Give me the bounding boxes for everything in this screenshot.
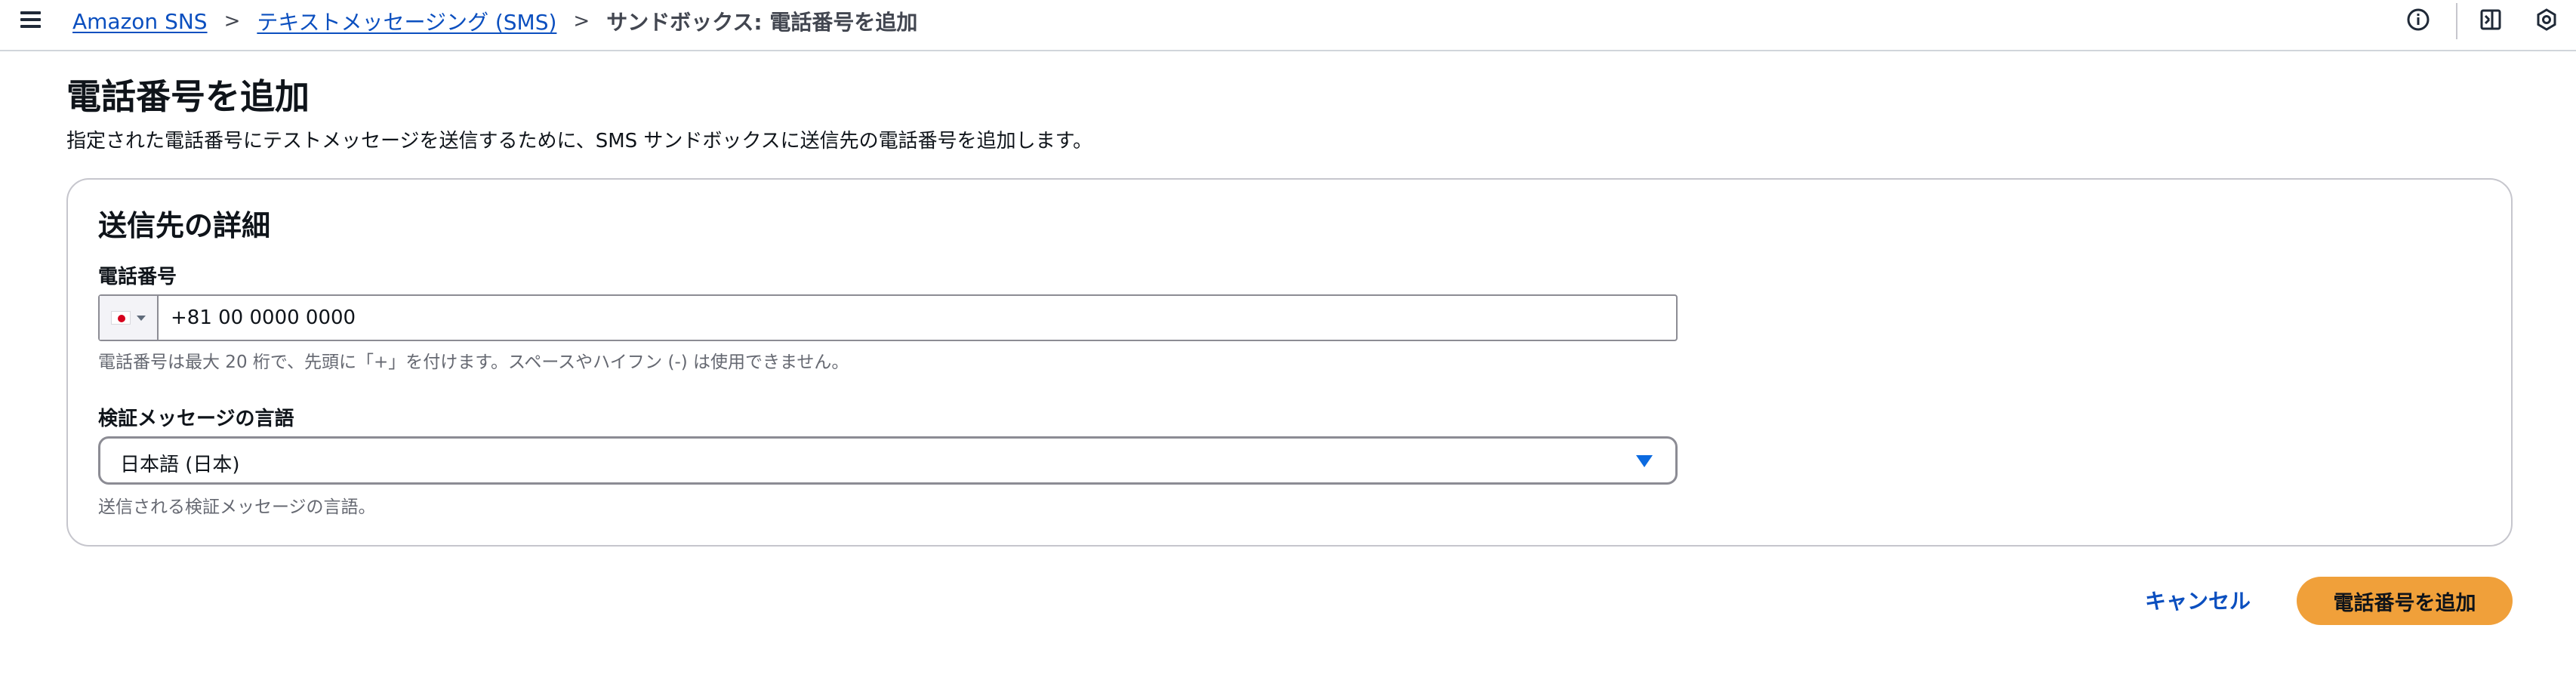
language-select[interactable]: 日本語 (日本) (98, 436, 1678, 485)
phone-number-field (98, 294, 1678, 341)
notes-panel-icon-graphic (2480, 9, 2501, 30)
language-label: 検証メッセージの言語 (98, 408, 294, 430)
notes-panel-icon[interactable] (2476, 5, 2506, 35)
phone-number-input[interactable] (159, 296, 1676, 340)
page-description: 指定された電話番号にテストメッセージを送信するために、SMS サンドボックスに送… (66, 130, 1093, 152)
cancel-button[interactable]: キャンセル (2134, 575, 2262, 625)
menu-icon-line (20, 18, 41, 21)
chevron-down-icon (137, 315, 146, 321)
japan-flag-icon (111, 311, 131, 325)
add-phone-number-button[interactable]: 電話番号を追加 (2297, 577, 2513, 625)
info-icon-graphic (2407, 8, 2430, 31)
language-selected-value: 日本語 (日本) (120, 454, 240, 476)
top-navigation-bar: Amazon SNS > テキストメッセージング (SMS) > サンドボックス… (0, 0, 2576, 51)
breadcrumb-separator: > (223, 10, 241, 32)
destination-details-panel: 送信先の詳細 電話番号 電話番号は最大 20 桁で、先頭に「+」を付けます。スペ… (66, 178, 2513, 547)
country-code-select[interactable] (100, 296, 159, 340)
breadcrumb-amazon-sns[interactable]: Amazon SNS (72, 9, 208, 34)
caret-down-icon (1636, 455, 1653, 467)
page-title: 電話番号を追加 (66, 76, 310, 117)
toolbar-divider (2456, 3, 2457, 39)
menu-icon-line (20, 11, 41, 14)
info-icon[interactable] (2403, 5, 2433, 35)
breadcrumb: Amazon SNS > テキストメッセージング (SMS) > サンドボックス… (72, 6, 917, 36)
menu-icon-line (20, 25, 41, 28)
breadcrumb-sms[interactable]: テキストメッセージング (SMS) (257, 6, 556, 36)
hamburger-menu-icon[interactable] (20, 8, 42, 30)
phone-number-label: 電話番号 (98, 266, 177, 288)
language-hint: 送信される検証メッセージの言語。 (98, 497, 376, 517)
panel-title: 送信先の詳細 (98, 209, 271, 242)
breadcrumb-separator: > (573, 10, 590, 32)
phone-number-hint: 電話番号は最大 20 桁で、先頭に「+」を付けます。スペースやハイフン (-) … (98, 353, 849, 372)
breadcrumb-current-page: サンドボックス: 電話番号を追加 (606, 10, 918, 35)
settings-hexagon-icon[interactable] (2531, 5, 2562, 35)
settings-hexagon-icon-graphic (2537, 8, 2556, 31)
